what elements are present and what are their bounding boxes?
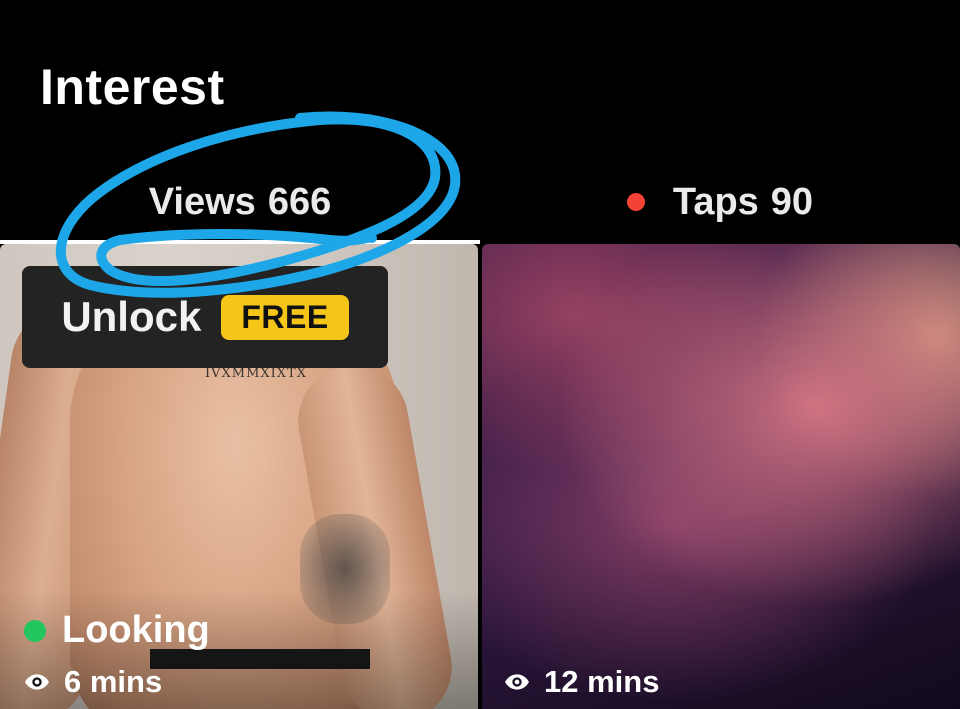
page-title: Interest	[40, 59, 225, 115]
unread-dot-icon	[626, 193, 645, 211]
viewer-card[interactable]: IVXMMXIXTX Unlock FREE Looking 6 mins	[0, 244, 478, 709]
unlock-free-button[interactable]: Unlock FREE	[22, 266, 388, 368]
interest-screen: Interest Views 666 Taps 90 IVXMMXIXTX Un…	[0, 0, 960, 709]
view-time-row: 6 mins	[24, 664, 162, 700]
status-row: Looking	[24, 609, 210, 652]
interest-tabs: Views 666 Taps 90	[0, 160, 960, 244]
eye-icon	[25, 674, 49, 690]
view-time: 6 mins	[64, 664, 163, 699]
photo-tattoo	[300, 514, 390, 624]
viewer-card[interactable]: 12 mins	[482, 244, 960, 709]
photo-chest-text: IVXMMXIXTX	[205, 366, 307, 381]
blurred-profile-photo	[482, 244, 960, 709]
eye-icon	[505, 674, 529, 690]
tab-views-count: 666	[267, 180, 332, 223]
view-time-row: 12 mins	[504, 664, 659, 700]
free-badge: FREE	[221, 294, 349, 340]
tab-taps-label: Taps	[672, 180, 759, 223]
view-time: 12 mins	[544, 664, 660, 699]
status-label: Looking	[62, 609, 210, 651]
tab-taps-count: 90	[770, 180, 814, 223]
tab-views-label: Views	[148, 180, 256, 223]
photo-waistband	[150, 649, 370, 669]
viewer-grid: IVXMMXIXTX Unlock FREE Looking 6 mins 12…	[0, 244, 960, 709]
unlock-label: Unlock	[61, 293, 202, 340]
online-dot-icon	[24, 619, 46, 642]
tab-taps[interactable]: Taps 90	[480, 160, 960, 244]
tab-views[interactable]: Views 666	[0, 160, 480, 244]
